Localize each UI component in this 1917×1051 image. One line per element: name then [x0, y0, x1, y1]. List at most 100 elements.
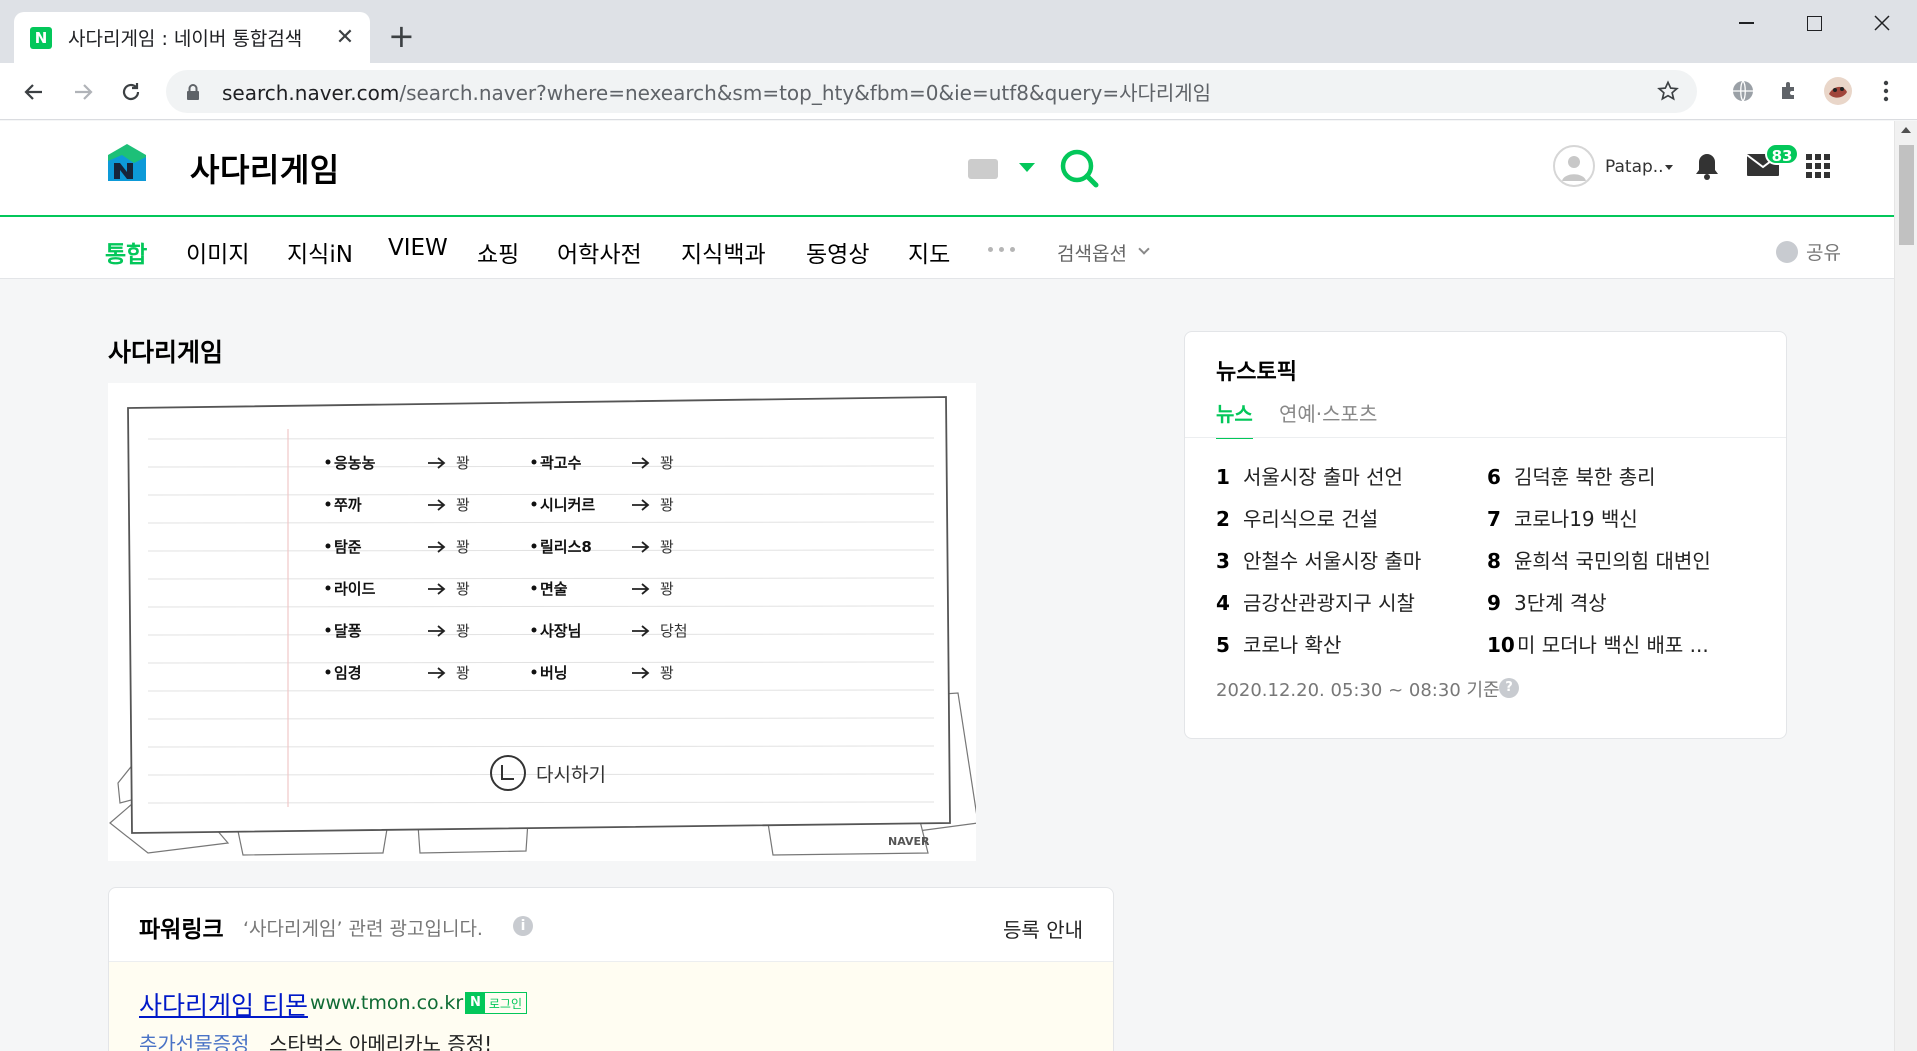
- ladder-bullet: [325, 501, 331, 507]
- powerlink-subtitle: ‘사다리게임’ 관련 광고입니다.: [243, 918, 483, 940]
- ad-url-link[interactable]: www.tmon.co.kr: [310, 992, 463, 1014]
- tab-map[interactable]: 지도: [908, 235, 950, 269]
- lock-icon: [187, 83, 199, 100]
- ladder-result: 꽝: [660, 580, 674, 598]
- minimize-button[interactable]: [1716, 6, 1776, 40]
- ad-register-link[interactable]: 등록 안내: [1003, 914, 1083, 943]
- bell-icon[interactable]: [1694, 151, 1720, 181]
- ad-extra-link[interactable]: 추가선물증정: [139, 1028, 249, 1051]
- tab-view[interactable]: VIEW: [388, 235, 448, 261]
- profile-avatar-icon[interactable]: [1823, 76, 1853, 106]
- tab-news[interactable]: 뉴스: [1216, 398, 1253, 439]
- apps-grid-icon[interactable]: [1806, 154, 1830, 178]
- share-button[interactable]: 공유: [1806, 238, 1841, 265]
- tab-strip: N 사다리게임 : 네이버 통합검색 ✕ +: [0, 0, 1917, 63]
- search-tabs: 통합 이미지 지식iN VIEW 쇼핑 어학사전 지식백과 동영상 지도 검색옵…: [0, 217, 1894, 279]
- browser-tab[interactable]: N 사다리게임 : 네이버 통합검색 ✕: [14, 12, 370, 63]
- ladder-result: 꽝: [660, 454, 674, 472]
- tab-encyclopedia[interactable]: 지식백과: [681, 235, 766, 269]
- powerlink-title: 파워링크: [139, 917, 224, 943]
- keyboard-icon[interactable]: [968, 159, 998, 179]
- maximize-button[interactable]: [1784, 6, 1844, 40]
- browser-toolbar: search.naver.com/search.naver?where=nexe…: [0, 63, 1917, 120]
- reload-icon[interactable]: [116, 77, 146, 107]
- ladder-bullet: [325, 585, 331, 591]
- globe-extension-icon[interactable]: [1728, 76, 1758, 106]
- extensions-puzzle-icon[interactable]: [1775, 76, 1805, 106]
- search-query-input[interactable]: 사다리게임: [190, 145, 340, 191]
- tab-images[interactable]: 이미지: [186, 235, 249, 269]
- tab-entertainment-sports[interactable]: 연예·스포츠: [1279, 398, 1377, 437]
- retry-button[interactable]: 다시하기: [536, 764, 606, 786]
- scrollbar-thumb[interactable]: [1899, 145, 1914, 245]
- ladder-result: 꽝: [660, 496, 674, 514]
- close-window-button[interactable]: [1852, 6, 1912, 40]
- news-topic-item[interactable]: 9 3단계 격상: [1487, 587, 1607, 616]
- naver-logo-icon[interactable]: [104, 141, 150, 187]
- ad-item: 사다리게임 티몬 www.tmon.co.kr N 로그인 추가선물증정 스타벅스…: [109, 962, 1113, 1051]
- scroll-up-icon[interactable]: [1901, 127, 1911, 133]
- news-topic-item[interactable]: 6 김덕훈 북한 총리: [1487, 461, 1656, 490]
- tab-title: 사다리게임 : 네이버 통합검색: [68, 28, 303, 50]
- tab-shopping[interactable]: 쇼핑: [477, 235, 519, 269]
- help-icon[interactable]: ?: [1499, 678, 1519, 698]
- more-tabs-icon[interactable]: [988, 247, 1015, 252]
- ladder-result: 꽝: [456, 580, 470, 598]
- tab-close-icon[interactable]: ✕: [334, 25, 356, 50]
- ladder-result: 꽝: [660, 664, 674, 682]
- news-topic-item[interactable]: 5 코로나 확산: [1216, 629, 1341, 658]
- share-icon[interactable]: [1776, 241, 1798, 263]
- ladder-result: 꽝: [456, 454, 470, 472]
- ladder-bullet: [531, 459, 537, 465]
- tab-dictionary[interactable]: 어학사전: [557, 235, 642, 269]
- mail-count-badge: 83: [1765, 143, 1799, 165]
- ladder-player-name: 임경: [334, 664, 362, 682]
- naver-login-badge[interactable]: N 로그인: [465, 992, 528, 1014]
- bookmark-star-icon[interactable]: [1657, 80, 1679, 102]
- user-menu-caret-icon[interactable]: [1665, 165, 1673, 170]
- news-topic-item[interactable]: 1 서울시장 출마 선언: [1216, 461, 1403, 490]
- ladder-player-name: 응농농: [334, 454, 376, 472]
- ad-title-link[interactable]: 사다리게임 티몬: [139, 986, 308, 1022]
- tab-video[interactable]: 동영상: [806, 235, 869, 269]
- address-bar[interactable]: search.naver.com/search.naver?where=nexe…: [166, 70, 1697, 113]
- news-topic-item[interactable]: 10 미 모더나 백신 배포 ...: [1487, 629, 1709, 658]
- page-viewport: 사다리게임 Patap.. 83 통합 이미지 지식iN VIEW 쇼핑 어학사: [0, 121, 1894, 1051]
- ladder-bullet: [531, 543, 537, 549]
- news-topic-title: 뉴스토픽: [1216, 360, 1297, 385]
- tab-knowledge-in[interactable]: 지식iN: [287, 235, 353, 269]
- chevron-down-icon[interactable]: [1138, 243, 1150, 255]
- news-topic-item[interactable]: 7 코로나19 백신: [1487, 503, 1638, 532]
- autocomplete-caret-icon[interactable]: [1019, 163, 1035, 172]
- ladder-game-panel[interactable]: 응농농 꽝 쭈까 꽝 탐준 꽝 라이드 꽝 달퐁 꽝 임경 꽝 곽고수 꽝 시니커르 꽝 릴리스8 꽝 면술 꽝 사장님…: [108, 383, 976, 861]
- news-topic-item[interactable]: 2 우리식으로 건설: [1216, 503, 1378, 532]
- ladder-player-name: 곽고수: [540, 454, 582, 472]
- news-topic-timestamp: 2020.12.20. 05:30 ~ 08:30 기준: [1216, 680, 1500, 701]
- back-icon[interactable]: [19, 77, 49, 107]
- close-icon: [1874, 15, 1890, 31]
- news-topic-item[interactable]: 4 금강산관광지구 시찰: [1216, 587, 1415, 616]
- ladder-bullet: [531, 627, 537, 633]
- ladder-result: 꽝: [660, 538, 674, 556]
- info-icon[interactable]: i: [513, 916, 533, 936]
- ladder-player-name: 라이드: [334, 580, 376, 598]
- ladder-player-name: 사장님: [540, 622, 581, 640]
- tab-all[interactable]: 통합: [105, 235, 147, 269]
- avatar[interactable]: [1553, 145, 1595, 187]
- search-icon[interactable]: [1058, 147, 1100, 189]
- new-tab-icon[interactable]: +: [388, 20, 415, 52]
- search-option-button[interactable]: 검색옵션: [1057, 239, 1127, 266]
- news-topic-item[interactable]: 3 안철수 서울시장 출마: [1216, 545, 1421, 574]
- naver-favicon-icon: N: [30, 26, 52, 49]
- news-topic-item[interactable]: 8 윤희석 국민의힘 대변인: [1487, 545, 1711, 574]
- ladder-result: 꽝: [456, 622, 470, 640]
- url-text: search.naver.com/search.naver?where=nexe…: [222, 81, 1212, 105]
- chrome-menu-icon[interactable]: [1871, 76, 1901, 106]
- page-scrollbar[interactable]: [1894, 121, 1917, 1051]
- ladder-bullet: [531, 585, 537, 591]
- ladder-player-name: 시니커르: [540, 496, 595, 514]
- user-name[interactable]: Patap..: [1605, 157, 1664, 177]
- ladder-bullet: [531, 501, 537, 507]
- forward-icon[interactable]: [68, 77, 98, 107]
- news-topic-panel: 뉴스토픽 뉴스 연예·스포츠 1 서울시장 출마 선언 2 우리식으로 건설 3 안철수 …: [1184, 331, 1787, 739]
